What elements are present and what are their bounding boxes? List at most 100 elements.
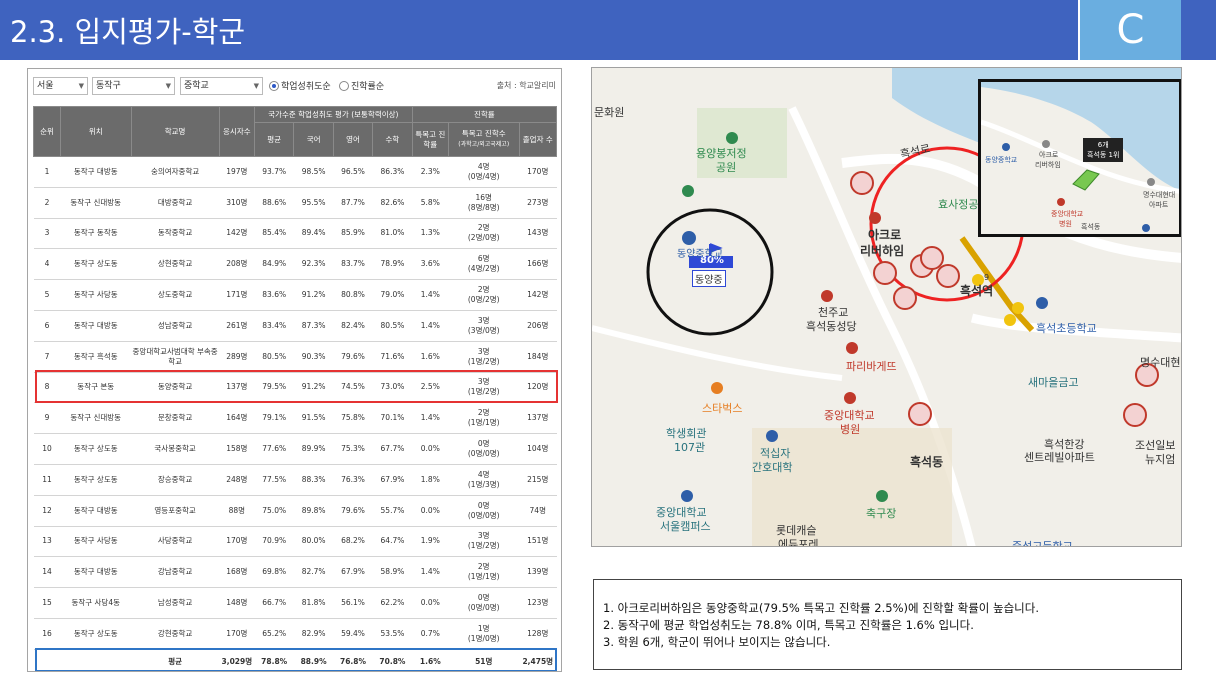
cell-korean: 87.3% bbox=[293, 310, 334, 342]
cell-special-rate: 0.0% bbox=[412, 433, 449, 465]
cell-avg: 77.5% bbox=[254, 464, 294, 496]
table-row: 6 동작구 대방동 성남중학교 261명 83.4% 87.3% 82.4% 80.5% 1.4… bbox=[33, 310, 557, 342]
soccer-pin-icon bbox=[876, 490, 888, 502]
cell-avg: 83.6% bbox=[254, 279, 294, 311]
map-label: 병원 bbox=[840, 423, 861, 436]
col-math: 수학 bbox=[372, 122, 413, 157]
map-label: 아크로 bbox=[868, 228, 902, 242]
map-label: 흑석초등학교 bbox=[1036, 322, 1097, 335]
region-select[interactable]: 서울 ▼ bbox=[33, 77, 88, 95]
cell-special-count-total: 0명 bbox=[477, 593, 490, 603]
cell-rank: 16 bbox=[33, 618, 61, 650]
cell-graduates: 273명 bbox=[519, 187, 557, 219]
cell-location: 동작구 사당4동 bbox=[60, 587, 132, 619]
cell-rank: 13 bbox=[33, 526, 61, 558]
cell-takers: 170명 bbox=[219, 526, 255, 558]
summary-notes: 1. 아크로리버하임은 동양중학교(79.5% 특목고 진학률 2.5%)에 진… bbox=[593, 579, 1182, 670]
cell-special-count: 0명 (0명/0명) bbox=[448, 433, 520, 465]
cell-special-rate: 5.8% bbox=[412, 187, 449, 219]
cell-location: 동작구 상도동 bbox=[60, 464, 132, 496]
cell-rank: 7 bbox=[33, 341, 61, 373]
table-row: 14 동작구 대방동 강남중학교 168명 69.8% 82.7% 67.9% 58.9% 1.… bbox=[33, 556, 557, 589]
radio-advance-rate[interactable]: 진학률순 bbox=[339, 79, 384, 92]
cell-graduates: 128명 bbox=[519, 618, 557, 650]
inset-badge-rank: 흑석동 1위 bbox=[1087, 151, 1120, 159]
inset-badge: 6개 흑석동 1위 bbox=[1083, 138, 1124, 162]
table-row: 7 동작구 흑석동 중앙대학교사범대학 부속중학교 289명 80.5% 90.3% 79.… bbox=[33, 341, 557, 373]
road-west bbox=[592, 325, 843, 381]
cell-special-count: 2명 (1명/1명) bbox=[448, 556, 520, 589]
cell-special-count-breakdown: (0명/4명) bbox=[467, 171, 500, 181]
cell-english: 82.4% bbox=[333, 310, 373, 342]
school-type-select[interactable]: 중학교 ▼ bbox=[180, 77, 263, 95]
cell-location: 동작구 신대방동 bbox=[60, 402, 132, 435]
slide-header: 2.3. 입지평가-학군 C bbox=[0, 0, 1216, 60]
radio-achievement[interactable]: 학업성취도순 bbox=[269, 79, 331, 92]
cell-special-count-breakdown: (4명/2명) bbox=[467, 264, 500, 274]
station-exit-icon bbox=[1004, 314, 1016, 326]
academy-marker-icon bbox=[920, 246, 944, 270]
cell-avg: 65.2% bbox=[254, 618, 294, 650]
cell-english: 76.3% bbox=[333, 464, 373, 496]
cell-english: 59.4% bbox=[333, 618, 373, 650]
cell-school: 영등포중학교 bbox=[131, 495, 220, 527]
cell-english: 80.8% bbox=[333, 279, 373, 311]
cell-avg: 69.8% bbox=[254, 556, 294, 589]
map-label: 새마을금고 bbox=[1028, 376, 1079, 389]
cell-special-count-breakdown: (1명/2명) bbox=[467, 541, 500, 551]
cell-graduates: 137명 bbox=[519, 402, 557, 435]
table-row: 4 동작구 상도동 상현중학교 208명 84.9% 92.3% 83.7% 78.9% 3.6… bbox=[33, 248, 557, 281]
cell-location: 동작구 상도동 bbox=[60, 618, 132, 650]
map-label: 공원 bbox=[716, 161, 737, 174]
cell-location: 동작구 상도동 bbox=[60, 433, 132, 465]
chevron-down-icon: ▼ bbox=[253, 82, 259, 90]
cell-graduates: 170명 bbox=[519, 156, 557, 188]
inset-label: 중앙대학교 bbox=[1051, 210, 1084, 218]
map-label: 동양중학교 bbox=[677, 249, 723, 260]
map-label: 흑석동 bbox=[910, 455, 944, 469]
cell-english: 79.6% bbox=[333, 341, 373, 373]
district-select-value: 동작구 bbox=[96, 81, 121, 91]
cell-korean: 89.8% bbox=[293, 495, 334, 527]
cell-special-rate: 1.4% bbox=[412, 279, 449, 311]
cell-math: 86.3% bbox=[372, 156, 413, 188]
map-label: 축구장 bbox=[866, 507, 897, 520]
cell-korean: 81.8% bbox=[293, 587, 334, 619]
cell-korean: 82.7% bbox=[293, 556, 334, 589]
cell-rank: 3 bbox=[33, 218, 61, 250]
cell-avg: 77.6% bbox=[254, 433, 294, 465]
cell-school: 강현중학교 bbox=[131, 618, 220, 650]
academy-marker-icon bbox=[936, 264, 960, 288]
cell-english: 87.7% bbox=[333, 187, 373, 219]
map-label: 9 bbox=[984, 273, 990, 282]
cell-avg: 80.5% bbox=[254, 341, 294, 373]
academy-marker-icon bbox=[873, 261, 897, 285]
cell-graduates: 123명 bbox=[519, 587, 557, 619]
location-map[interactable]: 문화원 용양봉저정 공원 흑석로 효사정공원 80% 동양중학교 동양중 아크로… bbox=[591, 67, 1182, 547]
park-area bbox=[697, 108, 787, 178]
cell-math: 62.2% bbox=[372, 587, 413, 619]
bakery-pin-icon bbox=[846, 342, 858, 354]
academy-marker-icon bbox=[908, 402, 932, 426]
cell-math: 71.6% bbox=[372, 341, 413, 373]
cell-korean: 88.3% bbox=[293, 464, 334, 496]
col-school: 학교명 bbox=[130, 106, 220, 157]
table-row: 9 동작구 신대방동 문창중학교 164명 79.1% 91.5% 75.8% 70.1% 1.… bbox=[33, 402, 557, 435]
cell-special-count: 3명 (3명/0명) bbox=[448, 310, 520, 342]
cell-avg: 84.9% bbox=[254, 248, 294, 281]
grade-badge: C bbox=[1080, 0, 1181, 60]
district-select[interactable]: 동작구 ▼ bbox=[92, 77, 175, 95]
cell-special-count: 3명 (1명/2명) bbox=[448, 341, 520, 373]
region-select-value: 서울 bbox=[37, 81, 54, 91]
cell-school: 강남중학교 bbox=[131, 556, 220, 589]
cell-takers: 248명 bbox=[219, 464, 255, 496]
map-label: 센트레빌아파트 bbox=[1024, 451, 1095, 464]
map-label: 에듀포레 bbox=[778, 538, 819, 547]
hospital-pin-icon bbox=[1057, 198, 1065, 206]
cell-school: 사당중학교 bbox=[131, 526, 220, 558]
cell-math: 80.5% bbox=[372, 310, 413, 342]
academy-marker-icon bbox=[893, 286, 917, 310]
cell-graduates: 166명 bbox=[519, 248, 557, 281]
cell-math: 78.9% bbox=[372, 248, 413, 281]
table-row: 2 동작구 신대방동 대방중학교 310명 88.6% 95.5% 87.7% 82.6% 5.… bbox=[33, 187, 557, 219]
